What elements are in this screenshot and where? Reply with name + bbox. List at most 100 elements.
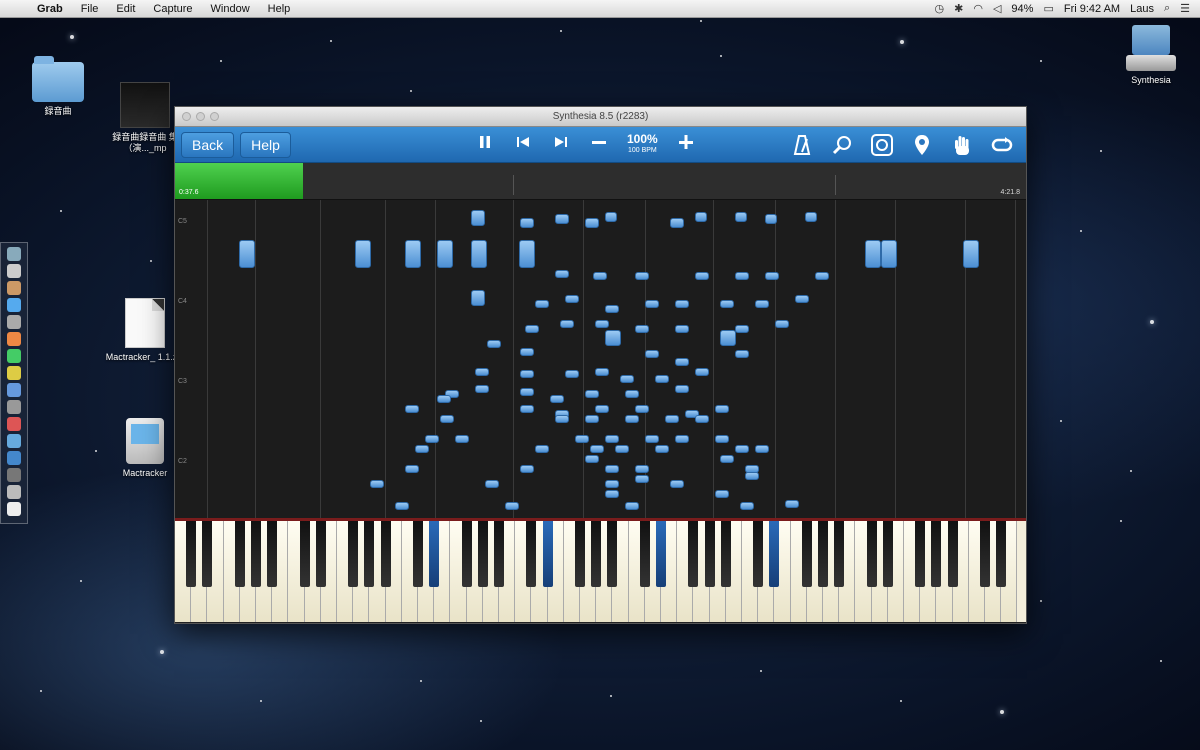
black-key[interactable] bbox=[315, 521, 326, 587]
menu-app-name[interactable]: Grab bbox=[28, 3, 72, 15]
black-key[interactable] bbox=[688, 521, 699, 587]
black-key[interactable] bbox=[364, 521, 375, 587]
app-store-icon[interactable] bbox=[7, 383, 21, 397]
falling-note bbox=[471, 240, 487, 268]
black-key[interactable] bbox=[380, 521, 391, 587]
notification-center-icon[interactable]: ☰ bbox=[1180, 2, 1190, 15]
menu-file[interactable]: File bbox=[72, 3, 108, 15]
falling-note bbox=[505, 502, 519, 510]
black-key[interactable] bbox=[477, 521, 488, 587]
safari-icon[interactable] bbox=[7, 298, 21, 312]
menu-capture[interactable]: Capture bbox=[144, 3, 201, 15]
speed-display[interactable]: 100% 100 BPM bbox=[627, 133, 658, 157]
trash-icon[interactable] bbox=[7, 502, 21, 516]
black-key[interactable] bbox=[591, 521, 602, 587]
next-icon[interactable] bbox=[551, 134, 571, 155]
black-key[interactable] bbox=[526, 521, 537, 587]
black-key[interactable] bbox=[996, 521, 1007, 587]
piano-keyboard[interactable] bbox=[175, 518, 1026, 622]
black-key[interactable] bbox=[575, 521, 585, 587]
firefox-icon[interactable] bbox=[7, 332, 21, 346]
black-key[interactable] bbox=[720, 521, 731, 587]
falling-note bbox=[455, 435, 469, 443]
falling-note bbox=[525, 325, 539, 333]
loop-icon[interactable] bbox=[990, 133, 1014, 157]
volume-icon[interactable]: ◁ bbox=[993, 2, 1001, 15]
falling-note bbox=[585, 218, 599, 228]
speed-decrease-icon[interactable] bbox=[589, 133, 609, 156]
speed-increase-icon[interactable] bbox=[676, 133, 696, 156]
falling-note bbox=[735, 445, 749, 453]
menu-user[interactable]: Laus bbox=[1130, 3, 1154, 15]
help-button[interactable]: Help bbox=[240, 131, 291, 158]
calendar-icon[interactable] bbox=[7, 417, 21, 431]
song-progress-bar[interactable]: 0:37.6 4:21.8 bbox=[175, 163, 1026, 200]
mail-icon[interactable] bbox=[7, 315, 21, 329]
black-key[interactable] bbox=[299, 521, 310, 587]
hands-icon[interactable] bbox=[870, 133, 894, 157]
black-key[interactable] bbox=[251, 521, 261, 587]
black-key[interactable] bbox=[542, 521, 553, 587]
black-key[interactable] bbox=[915, 521, 926, 587]
black-key[interactable] bbox=[704, 521, 715, 587]
messages-icon[interactable] bbox=[7, 349, 21, 363]
black-key[interactable] bbox=[267, 521, 278, 587]
black-key[interactable] bbox=[753, 521, 764, 587]
notes-icon[interactable] bbox=[7, 366, 21, 380]
downloads-stack-icon[interactable] bbox=[7, 485, 21, 499]
menu-window[interactable]: Window bbox=[202, 3, 259, 15]
falling-note bbox=[695, 212, 707, 222]
black-key[interactable] bbox=[818, 521, 828, 587]
zoom-icon[interactable] bbox=[830, 133, 854, 157]
black-key[interactable] bbox=[866, 521, 877, 587]
star bbox=[330, 40, 332, 42]
pause-icon[interactable] bbox=[475, 134, 495, 155]
desktop-synthesia-drive[interactable]: Synthesia bbox=[1106, 25, 1196, 86]
black-key[interactable] bbox=[656, 521, 666, 587]
black-key[interactable] bbox=[980, 521, 990, 587]
spotlight-icon[interactable]: ⌕ bbox=[1164, 2, 1170, 15]
desktop-folder[interactable]: 録音曲 bbox=[13, 56, 103, 117]
falling-note bbox=[555, 270, 569, 278]
black-key[interactable] bbox=[202, 521, 213, 587]
falling-note bbox=[605, 490, 619, 498]
black-key[interactable] bbox=[461, 521, 472, 587]
black-key[interactable] bbox=[413, 521, 423, 587]
menu-edit[interactable]: Edit bbox=[107, 3, 144, 15]
black-key[interactable] bbox=[882, 521, 893, 587]
black-key[interactable] bbox=[186, 521, 197, 587]
preview-icon[interactable] bbox=[7, 434, 21, 448]
black-key[interactable] bbox=[639, 521, 650, 587]
black-key[interactable] bbox=[348, 521, 359, 587]
black-key[interactable] bbox=[834, 521, 845, 587]
bluetooth-icon[interactable]: ✱ bbox=[954, 2, 963, 15]
metronome-icon[interactable] bbox=[790, 133, 814, 157]
back-button[interactable]: Back bbox=[181, 131, 235, 158]
launchpad-icon[interactable] bbox=[7, 264, 21, 278]
black-key[interactable] bbox=[801, 521, 812, 587]
window-titlebar[interactable]: Synthesia 8.5 (r2283) bbox=[175, 107, 1026, 127]
menu-clock[interactable]: Fri 9:42 AM bbox=[1064, 3, 1120, 15]
black-key[interactable] bbox=[607, 521, 618, 587]
black-key[interactable] bbox=[947, 521, 958, 587]
wifi-icon[interactable]: ◠ bbox=[973, 2, 983, 15]
location-marker-icon[interactable] bbox=[910, 133, 934, 157]
battery-icon[interactable]: ▭ bbox=[1043, 2, 1053, 15]
menu-help[interactable]: Help bbox=[259, 3, 300, 15]
black-key[interactable] bbox=[769, 521, 780, 587]
black-key[interactable] bbox=[931, 521, 942, 587]
black-key[interactable] bbox=[429, 521, 440, 587]
skype-icon[interactable] bbox=[7, 451, 21, 465]
bar-line bbox=[207, 200, 208, 518]
contacts-icon[interactable] bbox=[7, 281, 21, 295]
finder-icon[interactable] bbox=[7, 247, 21, 261]
previous-icon[interactable] bbox=[513, 134, 533, 155]
black-key[interactable] bbox=[234, 521, 245, 587]
black-key[interactable] bbox=[494, 521, 504, 587]
battery-percent[interactable]: 94% bbox=[1011, 3, 1033, 15]
system-preferences-icon[interactable] bbox=[7, 400, 21, 414]
hand-icon[interactable] bbox=[950, 133, 974, 157]
terminal-icon[interactable] bbox=[7, 468, 21, 482]
time-machine-icon[interactable]: ◷ bbox=[935, 2, 945, 15]
falling-note bbox=[715, 435, 729, 443]
